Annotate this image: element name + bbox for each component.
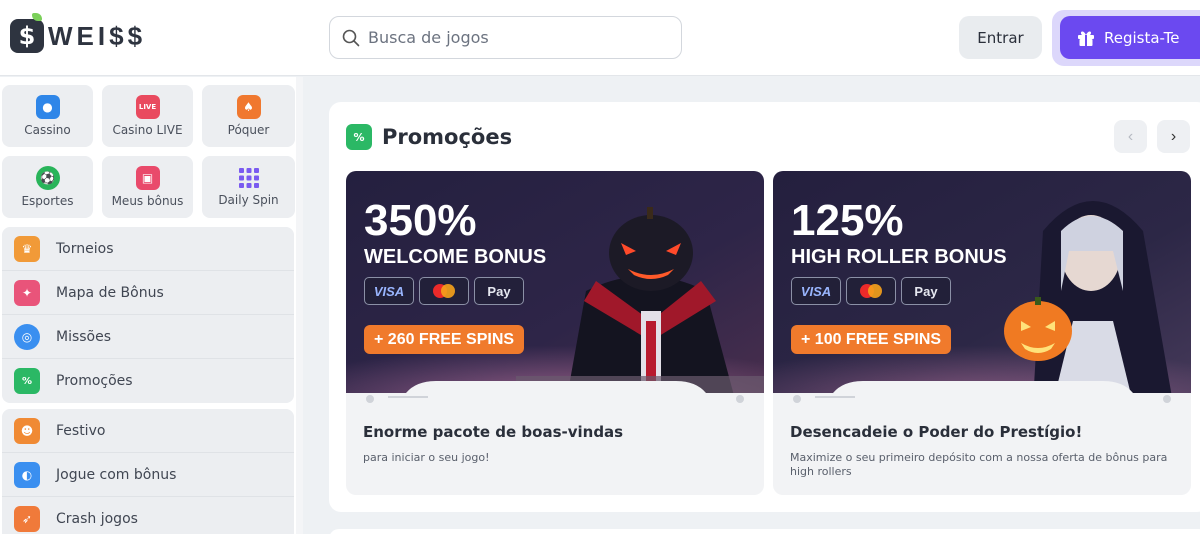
festive-icon: ☻ xyxy=(14,417,40,444)
register-button[interactable]: Regista-Te xyxy=(1060,16,1200,59)
tile-label: Cassino xyxy=(24,123,71,137)
logo-mark-icon: $ xyxy=(10,13,44,53)
sidebar-item-festive[interactable]: ☻ Festivo xyxy=(2,409,294,453)
tile-sports[interactable]: ⚽ Esportes xyxy=(2,156,93,218)
bonus-map-icon: ✦ xyxy=(14,279,40,306)
mastercard-icon xyxy=(419,277,469,305)
menu-group-2: ☻ Festivo ◐ Jogue com bônus ➶ Crash jogo… xyxy=(2,409,294,534)
logo[interactable]: $ WEI$$ xyxy=(10,13,180,58)
rocket-icon: ➶ xyxy=(14,506,40,532)
visa-icon: VISA xyxy=(364,277,414,305)
apple-pay-label: Pay xyxy=(914,283,938,299)
free-spins-badge: + 260 FREE SPINS xyxy=(364,325,525,354)
promo-card[interactable]: 350% WELCOME BONUS VISA Pay + 260 FREE S… xyxy=(346,171,764,495)
sidebar-scrollbar[interactable] xyxy=(296,77,303,534)
sidebar-item-missions[interactable]: ◎ Missões xyxy=(2,315,294,359)
bonus-percent: 125% xyxy=(791,196,904,245)
carousel-prev-button[interactable]: ‹ xyxy=(1114,120,1147,153)
tile-label: Esportes xyxy=(21,194,74,208)
bonus-percent: 350% xyxy=(364,196,477,245)
target-icon: ◎ xyxy=(14,323,40,350)
bonus-name: WELCOME BONUS xyxy=(364,246,547,268)
apple-pay-icon: Pay xyxy=(901,277,951,305)
sidebar-item-tournaments[interactable]: ♛ Torneios xyxy=(2,227,294,271)
sidebar: ● Cassino LIVE Casino LIVE ♠ Póquer ⚽ Es… xyxy=(0,77,303,534)
next-section-panel xyxy=(329,529,1200,534)
sidebar-item-crash-games[interactable]: ➶ Crash jogos xyxy=(2,497,294,534)
tile-label: Casino LIVE xyxy=(112,123,183,137)
gift-icon: ▣ xyxy=(135,166,160,190)
banner-text: 125% HIGH ROLLER BONUS VISA Pay + 100 FR… xyxy=(791,199,1007,354)
section-header: % Promoções xyxy=(346,124,512,150)
payment-methods: VISA Pay xyxy=(791,277,1007,305)
sidebar-item-bonus-map[interactable]: ✦ Mapa de Bônus xyxy=(2,271,294,315)
play-bonus-icon: ◐ xyxy=(14,461,40,488)
tile-my-bonus[interactable]: ▣ Meus bônus xyxy=(102,156,193,218)
card-description: para iniciar o seu jogo! xyxy=(363,451,490,464)
promo-banner[interactable]: 125% HIGH ROLLER BONUS VISA Pay + 100 FR… xyxy=(773,171,1191,403)
tile-casino[interactable]: ● Cassino xyxy=(2,85,93,147)
free-spins-badge: + 100 FREE SPINS xyxy=(791,325,952,354)
card-title: Desencadeie o Poder do Prestígio! xyxy=(790,423,1083,441)
trophy-icon: ♛ xyxy=(14,235,40,262)
sidebar-item-label: Festivo xyxy=(56,422,106,439)
apple-pay-label: Pay xyxy=(487,283,511,299)
visa-icon: VISA xyxy=(791,277,841,305)
casino-icon: ● xyxy=(35,95,60,119)
menu-group-1: ♛ Torneios ✦ Mapa de Bônus ◎ Missões % P… xyxy=(2,227,294,403)
tile-label: Póquer xyxy=(227,123,270,137)
card-description: Maximize o seu primeiro depósito com a n… xyxy=(790,451,1168,478)
sidebar-item-promotions[interactable]: % Promoções xyxy=(2,359,294,403)
gift-icon xyxy=(1078,31,1094,46)
live-casino-icon: LIVE xyxy=(135,95,160,119)
apple-pay-icon: Pay xyxy=(474,277,524,305)
tile-daily-spin[interactable]: Daily Spin xyxy=(202,156,295,218)
sidebar-item-label: Promoções xyxy=(56,373,133,389)
login-button[interactable]: Entrar xyxy=(959,16,1042,59)
daily-spin-icon xyxy=(238,168,259,188)
top-header: $ WEI$$ Entrar Regista-Te xyxy=(0,0,1200,76)
section-title: Promoções xyxy=(382,125,513,149)
sidebar-item-label: Jogue com bônus xyxy=(56,466,177,483)
promotions-icon: % xyxy=(14,368,40,394)
mastercard-icon xyxy=(846,277,896,305)
promo-banner[interactable]: 350% WELCOME BONUS VISA Pay + 260 FREE S… xyxy=(346,171,764,403)
promotions-icon: % xyxy=(346,124,372,150)
search-box[interactable] xyxy=(329,16,682,59)
sidebar-item-play-with-bonus[interactable]: ◐ Jogue com bônus xyxy=(2,453,294,497)
search-icon xyxy=(342,29,360,46)
sidebar-item-label: Missões xyxy=(56,328,112,345)
register-button-wrap: Regista-Te xyxy=(1052,10,1200,66)
sidebar-item-label: Crash jogos xyxy=(56,511,138,527)
tile-label: Daily Spin xyxy=(218,193,279,207)
promo-card[interactable]: 125% HIGH ROLLER BONUS VISA Pay + 100 FR… xyxy=(773,171,1191,495)
tile-label: Meus bônus xyxy=(111,194,184,208)
logo-text: WEI$$ xyxy=(48,20,147,51)
register-label: Regista-Te xyxy=(1104,28,1180,47)
payment-methods: VISA Pay xyxy=(364,277,546,305)
promotions-panel: % Promoções ‹ › 350% WELCOME BONUS VISA … xyxy=(329,102,1200,512)
card-title: Enorme pacote de boas-vindas xyxy=(363,423,624,441)
carousel-next-button[interactable]: › xyxy=(1157,120,1190,153)
search-input[interactable] xyxy=(368,28,658,47)
bonus-name: HIGH ROLLER BONUS xyxy=(791,246,1007,268)
sidebar-item-label: Mapa de Bônus xyxy=(56,284,164,301)
sidebar-item-label: Torneios xyxy=(56,240,114,257)
sports-icon: ⚽ xyxy=(35,166,60,190)
category-grid: ● Cassino LIVE Casino LIVE ♠ Póquer ⚽ Es… xyxy=(2,85,296,218)
poker-icon: ♠ xyxy=(236,95,261,119)
tile-casino-live[interactable]: LIVE Casino LIVE xyxy=(102,85,193,147)
tile-poker[interactable]: ♠ Póquer xyxy=(202,85,295,147)
banner-text: 350% WELCOME BONUS VISA Pay + 260 FREE S… xyxy=(364,199,546,354)
